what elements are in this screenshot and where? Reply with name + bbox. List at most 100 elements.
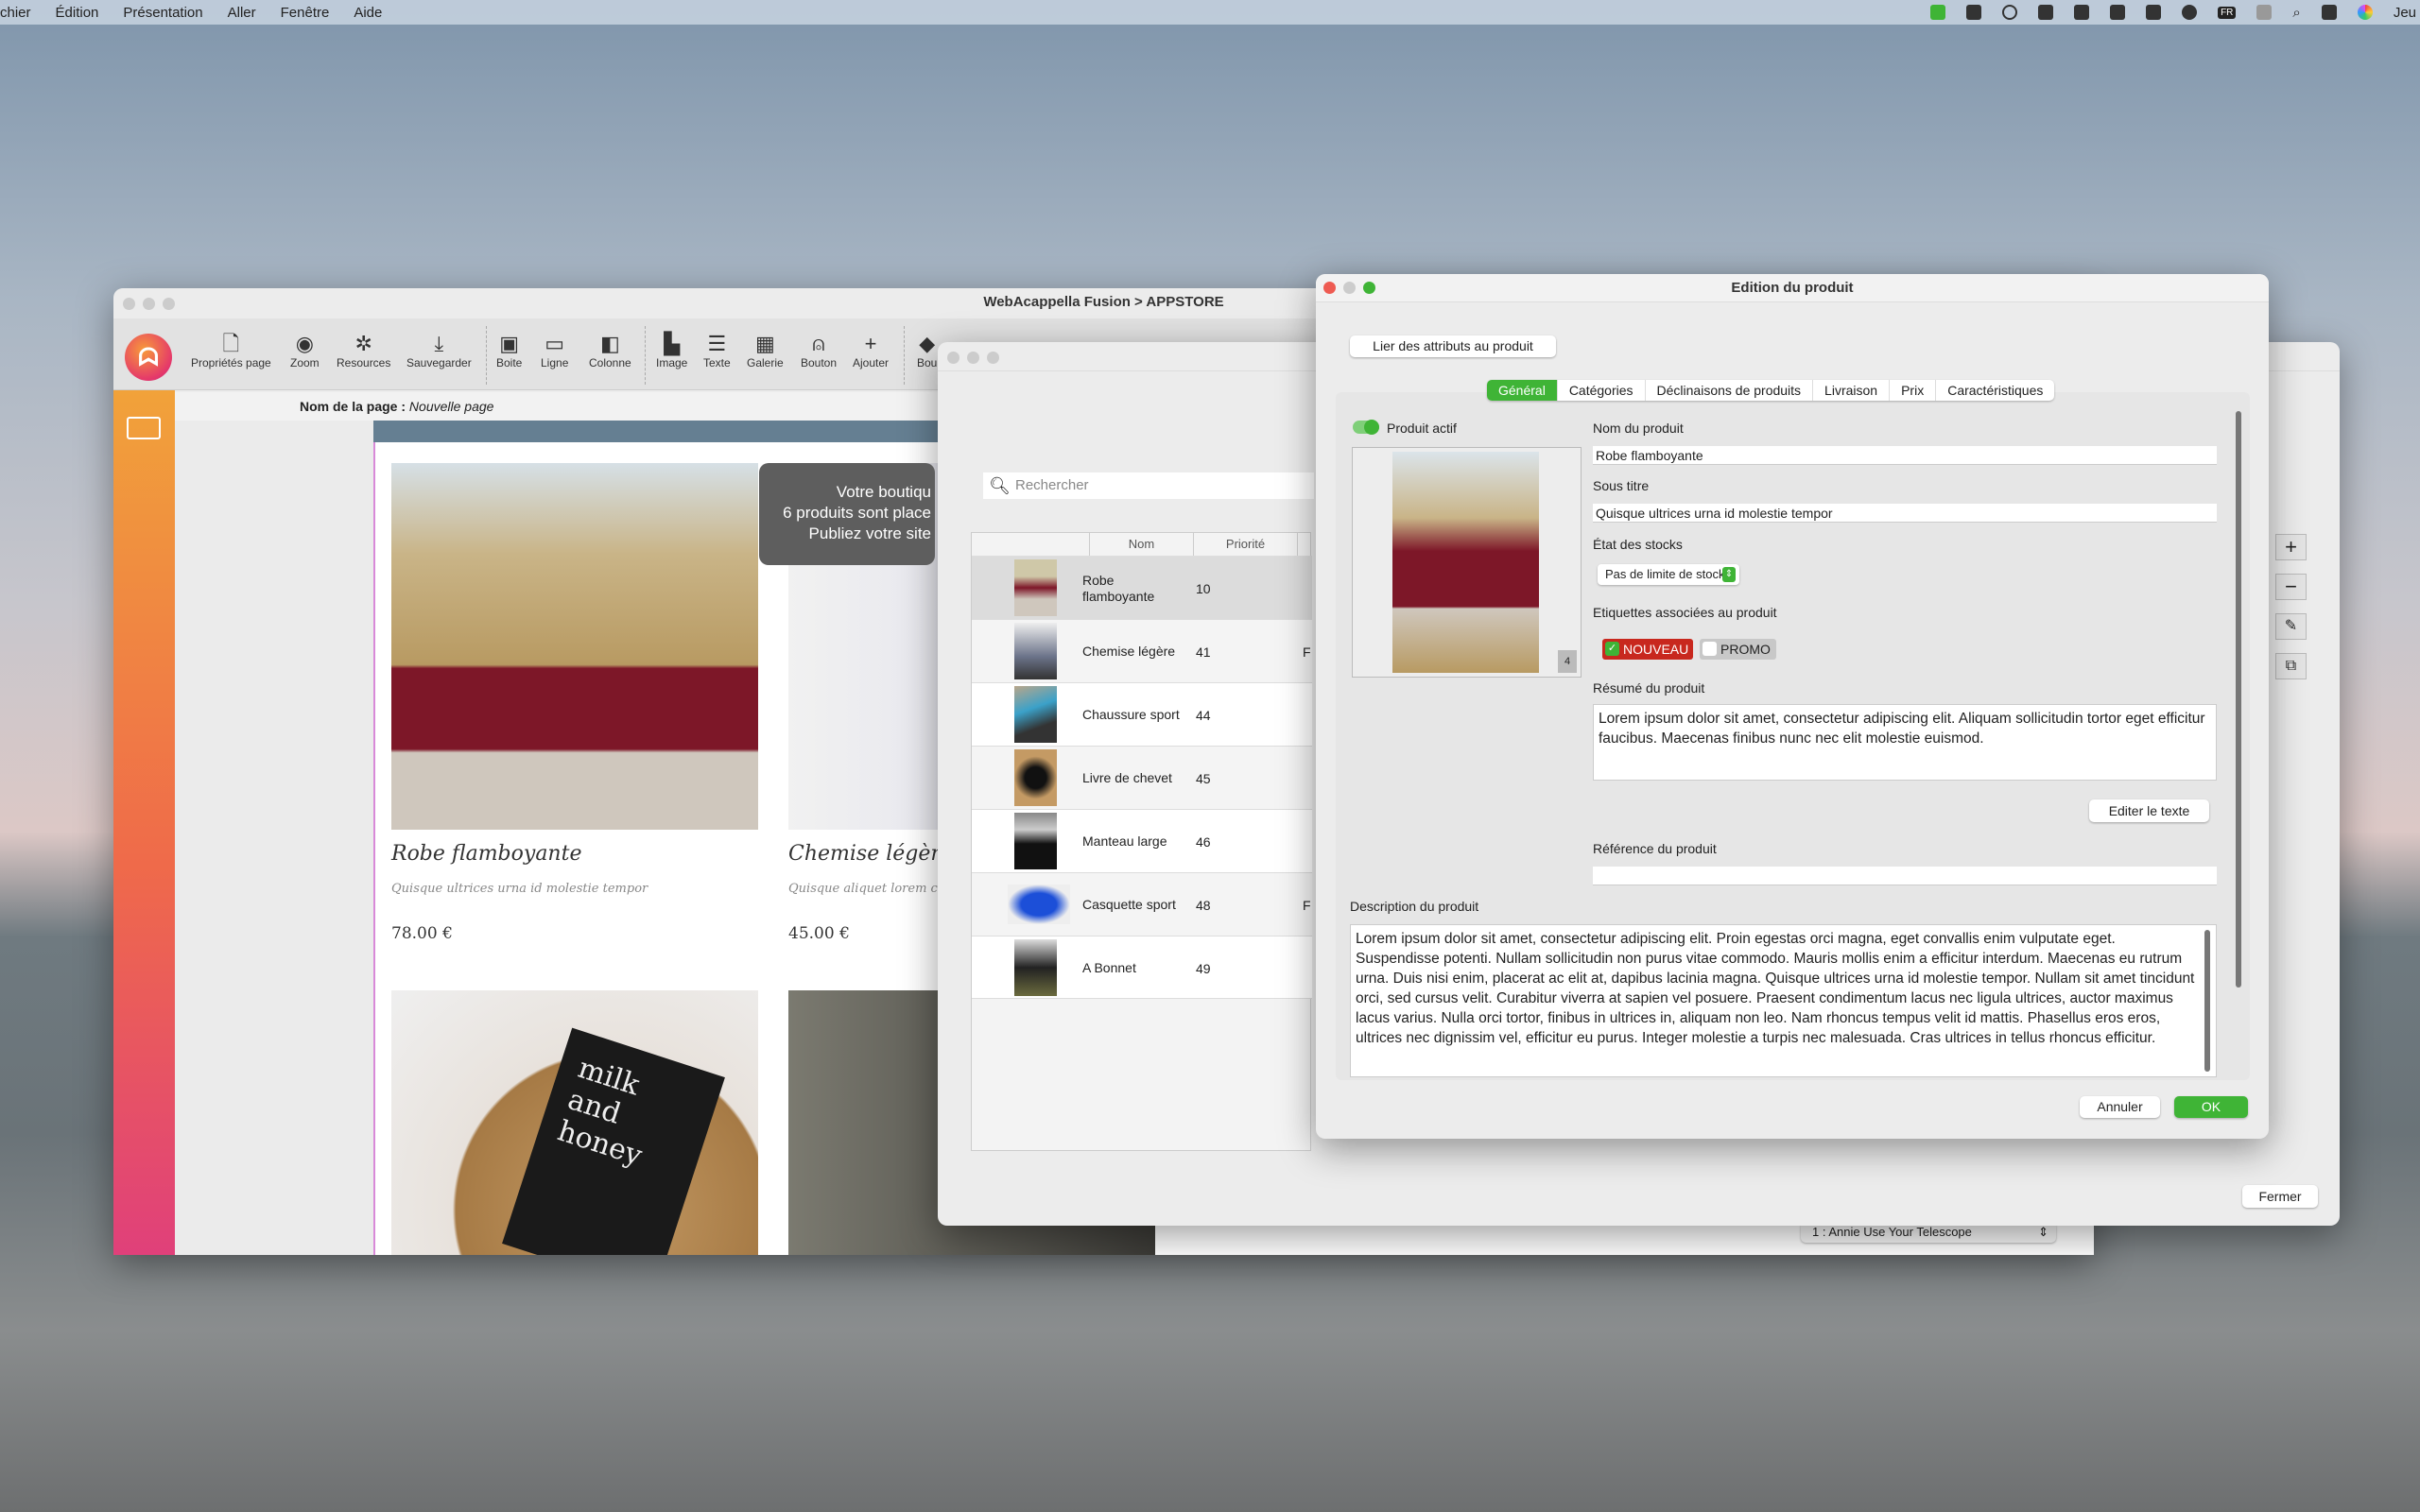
chevron-updown-icon: ⇕ [1722, 567, 1736, 582]
menu-presentation[interactable]: Présentation [123, 5, 202, 21]
tab-caracteristiques[interactable]: Caractéristiques [1936, 380, 2054, 401]
menu-aller[interactable]: Aller [228, 5, 256, 21]
toolbar-page-properties[interactable]: 🗋 Propriétés page [191, 332, 271, 369]
toolbar-text[interactable]: ☰ Texte [703, 332, 731, 369]
name-label: Nom du produit [1593, 421, 1684, 436]
stock-select[interactable]: Pas de limite de stock ⇕ [1598, 564, 1739, 585]
table-row[interactable]: Livre de chevet 45 [972, 746, 1312, 809]
close-list-button[interactable]: Fermer [2242, 1185, 2318, 1208]
elephant-icon[interactable] [2074, 5, 2090, 20]
column-icon: ◧ [599, 332, 620, 355]
app-logo: ᗣ [125, 334, 172, 381]
menu-fenetre[interactable]: Fenêtre [281, 5, 330, 21]
toolbar-image[interactable]: ▙ Image [656, 332, 687, 369]
table-row[interactable]: Robe flamboyante 10 [972, 556, 1312, 619]
minimize-button[interactable] [967, 352, 979, 364]
subtitle-input[interactable]: Quisque ultrices urna id molestie tempor [1593, 504, 2217, 523]
minimize-button[interactable] [1343, 282, 1356, 294]
control-center-icon[interactable] [2321, 5, 2337, 20]
tab-categories[interactable]: Catégories [1558, 380, 1646, 401]
column-header-priorite[interactable]: Priorité [1194, 533, 1298, 556]
row-thumbnail [1014, 623, 1057, 679]
duplicate-button[interactable]: ⧉ [2275, 653, 2307, 679]
app-status-icon[interactable] [1930, 5, 1946, 20]
table-row[interactable]: Manteau large 46 [972, 809, 1312, 872]
clock-text[interactable]: Jeu [2394, 5, 2416, 21]
toolbar-button[interactable]: ⍝ Bouton [801, 332, 837, 369]
product-image-box[interactable]: 4 [1352, 447, 1582, 678]
toolbar-brush[interactable]: ◆ Bou [917, 332, 937, 369]
column-header-nom[interactable]: Nom [1090, 533, 1194, 556]
row-thumbnail [1014, 686, 1057, 743]
toolbar-add[interactable]: + Ajouter [853, 332, 889, 369]
edit-text-button[interactable]: Editer le texte [2089, 799, 2209, 822]
circle-status-icon[interactable] [2002, 5, 2018, 20]
reference-label: Référence du produit [1593, 841, 1717, 856]
table-row[interactable]: Chaussure sport 44 [972, 682, 1312, 746]
menu-fichier[interactable]: chier [0, 5, 31, 21]
status-icon[interactable] [1966, 5, 1982, 20]
ok-button[interactable]: OK [2174, 1096, 2248, 1118]
search-input[interactable]: 🔍︎ Rechercher [983, 472, 1314, 499]
tag-nouveau[interactable]: ✓ NOUVEAU [1602, 639, 1694, 660]
reference-input[interactable] [1593, 867, 2217, 885]
row-priority: 41 [1196, 644, 1211, 660]
link-attributes-button[interactable]: Lier des attributs au produit [1350, 335, 1556, 357]
remove-button[interactable]: − [2275, 574, 2307, 600]
toolbar-column[interactable]: ◧ Colonne [589, 332, 631, 369]
close-button[interactable] [947, 352, 959, 364]
scrollbar[interactable] [2236, 411, 2241, 988]
table-row[interactable]: Casquette sport 48 F [972, 872, 1312, 936]
time-machine-icon[interactable] [2182, 5, 2198, 20]
tab-general[interactable]: Général [1487, 380, 1558, 401]
table-row[interactable]: Chemise légère 41 F [972, 619, 1312, 682]
layers-icon[interactable] [127, 417, 161, 439]
search-icon[interactable]: ⌕ [2292, 5, 2300, 21]
tab-livraison[interactable]: Livraison [1813, 380, 1891, 401]
description-textarea[interactable]: Lorem ipsum dolor sit amet, consectetur … [1350, 924, 2217, 1077]
description-scrollbar[interactable] [2204, 930, 2210, 1072]
product-image-robe[interactable] [391, 463, 758, 830]
toolbar-box[interactable]: ▣ Boite [496, 332, 522, 369]
active-toggle[interactable] [1353, 420, 1379, 435]
toolbar-resources[interactable]: ✲ Resources [337, 332, 390, 369]
product-subtitle: Quisque ultrices urna id molestie tempor [391, 882, 648, 896]
input-source[interactable]: FR [2218, 6, 2237, 19]
vpn-icon[interactable] [2146, 5, 2162, 20]
toolbar-zoom[interactable]: ◉ Zoom [290, 332, 320, 369]
siri-icon[interactable] [2357, 5, 2373, 20]
menu-aide[interactable]: Aide [354, 5, 382, 21]
zoom-button[interactable] [987, 352, 999, 364]
shield-icon[interactable] [2110, 5, 2126, 20]
toolbar-divider [486, 326, 487, 385]
product-title: Robe flamboyante [391, 842, 582, 866]
row-name: Casquette sport [1082, 897, 1176, 912]
add-button[interactable]: + [2275, 534, 2307, 560]
edit-button[interactable]: ✎ [2275, 613, 2307, 640]
menu-edition[interactable]: Édition [56, 5, 99, 21]
page-properties-icon: 🗋 [222, 332, 240, 355]
summary-textarea[interactable]: Lorem ipsum dolor sit amet, consectetur … [1593, 704, 2217, 781]
page-name-value[interactable]: Nouvelle page [409, 399, 494, 414]
toolbar-gallery[interactable]: ▦ Galerie [747, 332, 784, 369]
cancel-button[interactable]: Annuler [2080, 1096, 2160, 1118]
zoom-button[interactable] [1363, 282, 1375, 294]
row-name: Livre de chevet [1082, 770, 1172, 785]
product-image-livre[interactable]: milk and honey [391, 990, 758, 1255]
resources-icon: ✲ [354, 332, 372, 355]
display-icon[interactable] [2038, 5, 2054, 20]
tag-promo[interactable]: PROMO [1700, 639, 1776, 660]
stock-label: État des stocks [1593, 537, 1683, 552]
column-header-image[interactable] [986, 533, 1090, 556]
close-button[interactable] [1323, 282, 1336, 294]
image-icon: ▙ [664, 332, 681, 355]
left-sidebar [113, 390, 175, 1255]
wifi-off-icon[interactable] [2256, 5, 2273, 20]
table-row[interactable]: A Bonnet 49 [972, 936, 1312, 999]
toolbar-row[interactable]: ▭ Ligne [541, 332, 568, 369]
toolbar-save[interactable]: ⤓ Sauvegarder [406, 332, 472, 369]
tab-prix[interactable]: Prix [1890, 380, 1937, 401]
product-subtitle: Quisque aliquet lorem cong [788, 882, 940, 896]
product-name-input[interactable]: Robe flamboyante [1593, 446, 2217, 465]
tab-declinaisons[interactable]: Déclinaisons de produits [1646, 380, 1814, 401]
